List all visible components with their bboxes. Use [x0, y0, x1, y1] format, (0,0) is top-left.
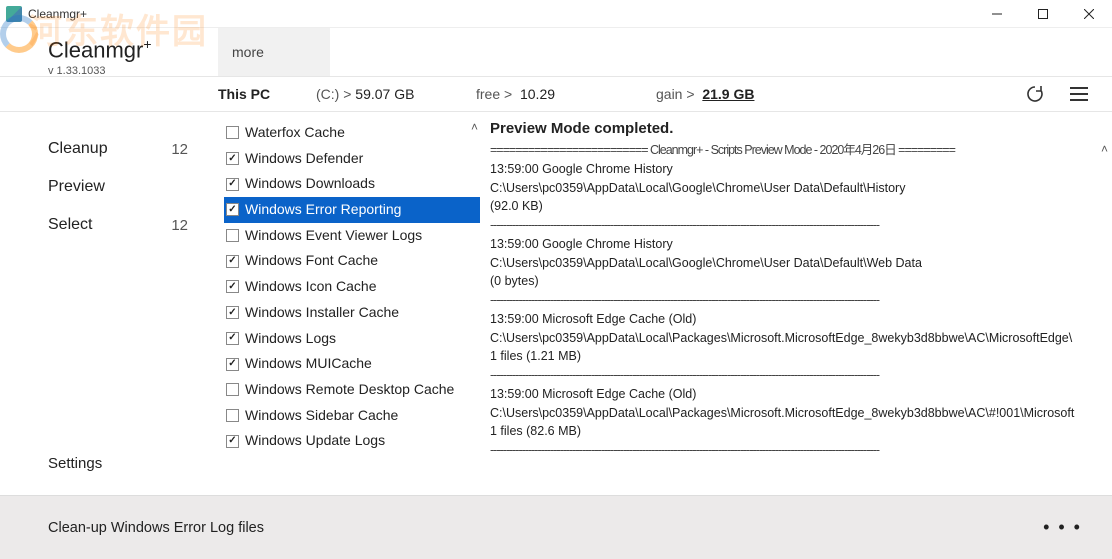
log-size: (0 bytes)	[490, 272, 1106, 291]
checklist-item[interactable]: Windows Update Logs	[224, 428, 480, 454]
log-size: (92.0 KB)	[490, 197, 1106, 216]
more-actions-icon[interactable]: • • •	[1043, 517, 1082, 538]
checklist-item-label: Windows Icon Cache	[245, 276, 377, 298]
checklist-item[interactable]: Windows MUICache	[224, 351, 480, 377]
sidebar-item-settings[interactable]: Settings	[0, 445, 218, 482]
checklist-item[interactable]: Windows Font Cache	[224, 248, 480, 274]
checklist-item[interactable]: Windows Installer Cache	[224, 300, 480, 326]
drive-total: (C:) > 59.07 GB	[316, 86, 476, 102]
preview-log[interactable]: ========================= Cleanmgr+ - Sc…	[490, 141, 1106, 471]
checkbox[interactable]	[226, 435, 239, 448]
checklist-item[interactable]: Windows Downloads	[224, 171, 480, 197]
status-text: Clean-up Windows Error Log files	[48, 520, 264, 536]
preview-title: Preview Mode completed.	[490, 120, 1106, 137]
checklist-item-label: Windows Downloads	[245, 173, 375, 195]
app-icon	[6, 6, 22, 22]
sidebar-item-cleanup[interactable]: Cleanup 12	[0, 130, 218, 168]
checklist-item-label: Windows Event Viewer Logs	[245, 225, 422, 247]
checklist-item-label: Windows Defender	[245, 148, 363, 170]
drive-free: free > 10.29	[476, 86, 656, 102]
checklist-item[interactable]: Windows Logs	[224, 326, 480, 352]
window-minimize-button[interactable]	[974, 0, 1020, 28]
checklist-item[interactable]: Windows Icon Cache	[224, 274, 480, 300]
checklist-item-label: Windows MUICache	[245, 353, 372, 375]
this-pc-label: This PC	[218, 86, 316, 102]
log-size: 1 files (82.6 MB)	[490, 422, 1106, 441]
window-title: Cleanmgr+	[28, 7, 87, 21]
status-bar: Clean-up Windows Error Log files • • •	[0, 495, 1112, 559]
log-separator: ----------------------------------------…	[490, 216, 1106, 235]
checklist-item[interactable]: Windows Remote Desktop Cache	[224, 377, 480, 403]
checkbox[interactable]	[226, 203, 239, 216]
checklist-item-label: Windows Remote Desktop Cache	[245, 379, 454, 401]
log-line: 13:59:00 Microsoft Edge Cache (Old)	[490, 310, 1106, 329]
checklist-item-label: Windows Installer Cache	[245, 302, 399, 324]
log-line: 13:59:00 Google Chrome History	[490, 160, 1106, 179]
hamburger-icon[interactable]	[1068, 83, 1090, 105]
sidebar-item-preview[interactable]: Preview	[0, 168, 218, 206]
checkbox[interactable]	[226, 383, 239, 396]
log-line: 13:59:00 Google Chrome History	[490, 235, 1106, 254]
log-separator: ----------------------------------------…	[490, 366, 1106, 385]
sidebar-item-badge: 12	[171, 141, 188, 158]
checkbox[interactable]	[226, 178, 239, 191]
app-name: Cleanmgr+	[48, 36, 218, 63]
sidebar-item-label: Cleanup	[48, 140, 108, 158]
checklist-item-label: Windows Logs	[245, 328, 336, 350]
checklist-item[interactable]: Windows Defender	[224, 146, 480, 172]
checklist-item[interactable]: Waterfox Cache	[224, 120, 480, 146]
checkbox[interactable]	[226, 152, 239, 165]
tab-more[interactable]: more	[218, 28, 330, 76]
log-path: C:\Users\pc0359\AppData\Local\Packages\M…	[490, 404, 1106, 423]
log-path: C:\Users\pc0359\AppData\Local\Google\Chr…	[490, 179, 1106, 198]
checkbox[interactable]	[226, 358, 239, 371]
checklist-item-label: Windows Font Cache	[245, 250, 378, 272]
log-path: C:\Users\pc0359\AppData\Local\Packages\M…	[490, 329, 1106, 348]
window-titlebar: Cleanmgr+	[0, 0, 1112, 28]
sidebar-item-label: Select	[48, 216, 92, 234]
checkbox[interactable]	[226, 306, 239, 319]
log-separator: ----------------------------------------…	[490, 291, 1106, 310]
checklist-item-label: Windows Sidebar Cache	[245, 405, 398, 427]
checkbox[interactable]	[226, 255, 239, 268]
log-separator: ----------------------------------------…	[490, 441, 1106, 460]
sidebar: Cleanup 12 Preview Select 12 Settings	[0, 112, 218, 482]
log-header: ========================= Cleanmgr+ - Sc…	[490, 141, 1106, 160]
scrollbar-up-icon[interactable]: ˄	[471, 120, 478, 134]
app-version: v 1.33.1033	[48, 65, 218, 77]
log-line: 13:59:00 Microsoft Edge Cache (Old)	[490, 385, 1106, 404]
sidebar-item-select[interactable]: Select 12	[0, 206, 218, 244]
checkbox[interactable]	[226, 280, 239, 293]
checkbox[interactable]	[226, 229, 239, 242]
scrollbar-up-icon[interactable]: ˄	[1101, 142, 1108, 156]
checkbox[interactable]	[226, 409, 239, 422]
log-path: C:\Users\pc0359\AppData\Local\Google\Chr…	[490, 254, 1106, 273]
sidebar-item-label: Preview	[48, 178, 105, 196]
sidebar-item-badge: 12	[171, 217, 188, 234]
disk-info-bar: This PC (C:) > 59.07 GB free > 10.29 gai…	[0, 76, 1112, 112]
window-close-button[interactable]	[1066, 0, 1112, 28]
drive-gain: gain > 21.9 GB	[656, 86, 754, 102]
checklist-item[interactable]: Windows Event Viewer Logs	[224, 223, 480, 249]
checklist-item-label: Windows Update Logs	[245, 430, 385, 452]
checklist-item[interactable]: Windows Error Reporting	[224, 197, 480, 223]
refresh-icon[interactable]	[1024, 83, 1046, 105]
checklist-item[interactable]: Windows Sidebar Cache	[224, 403, 480, 429]
log-size: 1 files (1.21 MB)	[490, 347, 1106, 366]
checklist-item-label: Waterfox Cache	[245, 122, 345, 144]
cleanup-checklist: Waterfox Cache Windows Defender Windows Do…	[218, 112, 480, 482]
checkbox[interactable]	[226, 332, 239, 345]
checkbox[interactable]	[226, 126, 239, 139]
checklist-item-label: Windows Error Reporting	[245, 199, 401, 221]
window-maximize-button[interactable]	[1020, 0, 1066, 28]
